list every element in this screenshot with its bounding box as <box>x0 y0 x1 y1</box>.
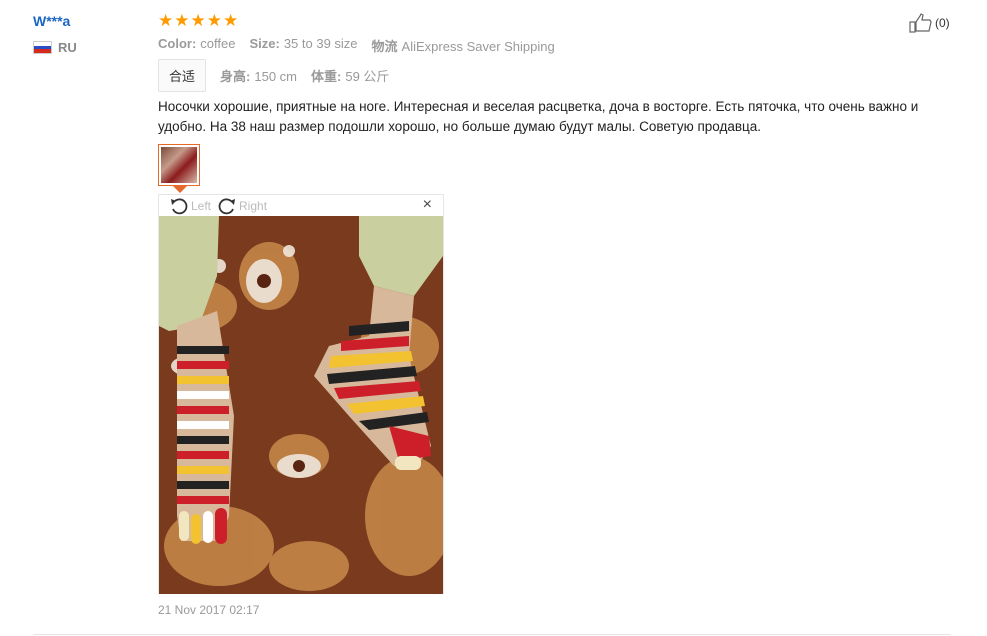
attr-value: AliExpress Saver Shipping <box>401 39 555 54</box>
star-icon: ★ <box>223 11 239 30</box>
height-value: 150 cm <box>254 69 297 84</box>
attr-key: 物流 <box>371 39 398 54</box>
attr-value: 35 to 39 size <box>283 36 358 51</box>
thumbnail-pointer <box>173 186 187 193</box>
photo-viewer: Left Right × <box>158 194 444 594</box>
star-icon: ★ <box>206 11 222 30</box>
close-icon[interactable]: × <box>423 197 432 213</box>
rotate-right-label: Right <box>239 198 268 213</box>
helpful-button[interactable]: (0) <box>909 13 950 33</box>
thumbnail-image <box>161 147 197 183</box>
star-icon: ★ <box>158 11 174 30</box>
height-info: 身高: 150 cm <box>220 66 297 85</box>
fit-info: 合适 身高: 150 cm 体重: 59 公斤 <box>158 59 389 92</box>
star-icon: ★ <box>190 11 206 30</box>
viewer-toolbar: Left Right × <box>159 195 443 216</box>
rotate-left-icon <box>171 197 188 214</box>
weight-info: 体重: 59 公斤 <box>311 66 389 85</box>
rotate-left-label: Left <box>191 198 212 213</box>
weight-key: 体重: <box>311 69 342 84</box>
weight-value: 59 公斤 <box>345 69 390 84</box>
rotate-left-button[interactable]: Left <box>169 197 211 215</box>
thumbs-up-icon <box>909 13 932 33</box>
rotate-right-button[interactable]: Right <box>217 197 267 215</box>
review-date: 21 Nov 2017 02:17 <box>158 603 260 617</box>
rotate-right-icon <box>218 197 236 214</box>
attr-value: coffee <box>200 36 236 51</box>
reviewer-name: W***a <box>33 13 71 29</box>
review-photo <box>159 216 443 594</box>
rating-stars: ★ ★ ★ ★ ★ <box>158 11 238 31</box>
attr-key: Color: <box>158 36 197 51</box>
helpful-count: (0) <box>935 16 950 30</box>
review-photo-thumbnail[interactable] <box>158 144 200 186</box>
fit-badge: 合适 <box>158 59 207 92</box>
attr-shipping: 物流 AliExpress Saver Shipping <box>372 36 555 55</box>
star-icon: ★ <box>174 11 190 30</box>
russia-flag-icon <box>33 41 52 54</box>
attr-color: Color: coffee <box>158 36 235 55</box>
attr-key: Size: <box>249 36 280 51</box>
divider <box>33 634 951 635</box>
reviewer-country: RU <box>33 40 77 55</box>
height-key: 身高: <box>220 69 251 84</box>
review-text: Носочки хорошие, приятные на ноге. Интер… <box>158 99 919 134</box>
country-code: RU <box>58 40 77 55</box>
order-attributes: Color: coffee Size: 35 to 39 size 物流 AliExp… <box>158 36 555 55</box>
review-item: W***a RU ★ ★ ★ ★ ★ Color: coffee Size: 35 … <box>0 0 987 636</box>
attr-size: Size: 35 to 39 size <box>249 36 357 55</box>
